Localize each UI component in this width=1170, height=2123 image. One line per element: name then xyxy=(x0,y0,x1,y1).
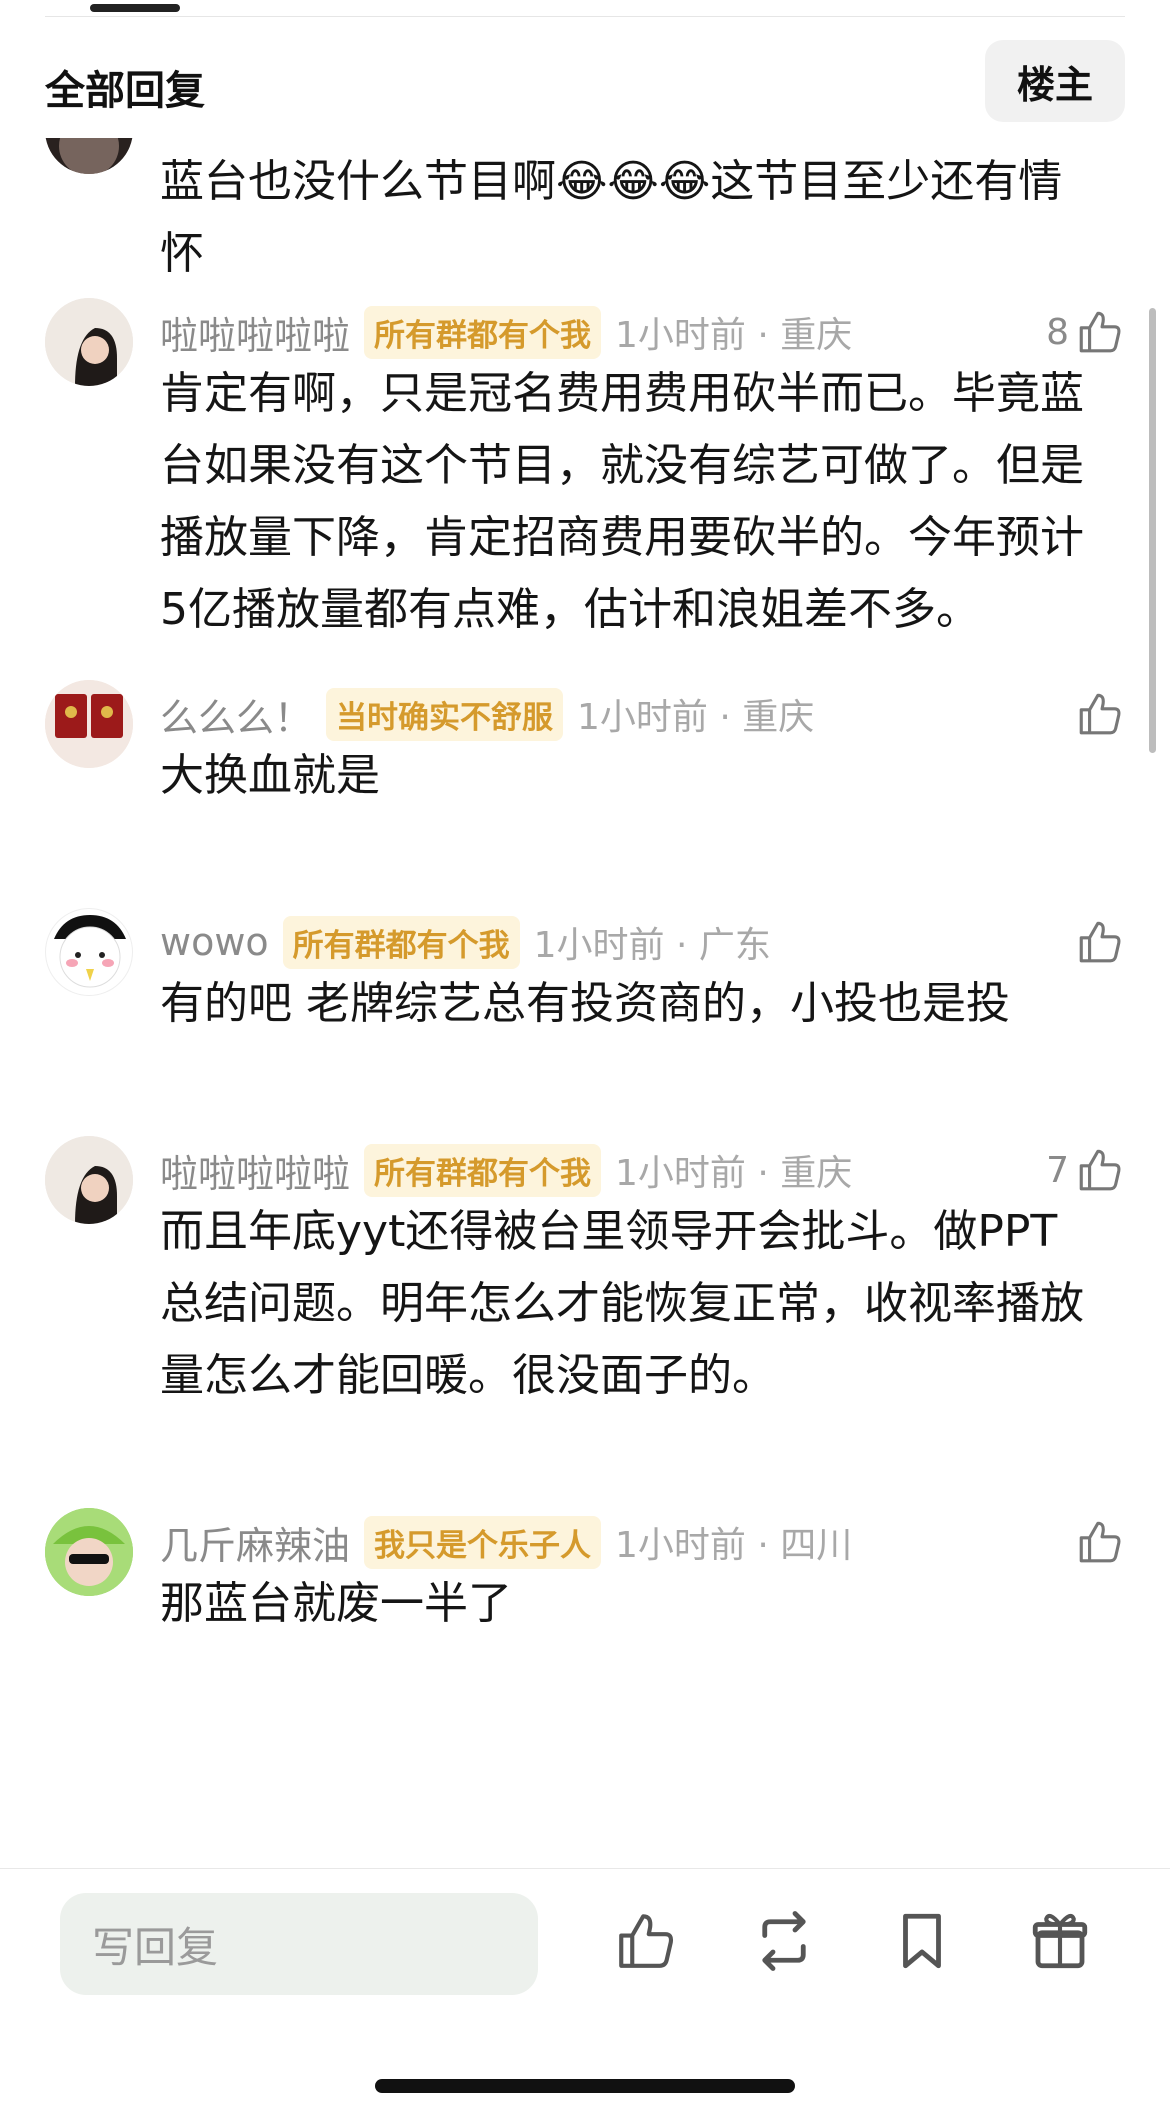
username-badge: 所有群都有个我 xyxy=(364,1143,602,1197)
like-count: 7 xyxy=(1046,1149,1069,1191)
thumbs-up-icon xyxy=(619,1914,674,1968)
username[interactable]: 啦啦啦啦啦 xyxy=(160,305,350,360)
comment-time-location: 1小时前 · 广东 xyxy=(533,925,771,966)
like-button[interactable] xyxy=(1075,1514,1125,1570)
comment-text: 而且年底yyt还得被台里领导开会批斗。做PPT总结问题。明年怎么才能恢复正常，收… xyxy=(160,1206,1084,1401)
avatar[interactable] xyxy=(45,298,133,386)
username[interactable]: wowo xyxy=(160,920,269,964)
top-drag-handle[interactable] xyxy=(90,4,180,12)
comment-item: wowo 所有群都有个我 1小时前 · 广东 有的吧 老牌综艺总有投资商的，小投… xyxy=(0,898,1170,1038)
bookmark-icon xyxy=(903,1913,941,1969)
comment-text: 那蓝台就废一半了 xyxy=(160,1578,512,1629)
gift-button[interactable] xyxy=(1024,1905,1096,1977)
comment-text: 有的吧 老牌综艺总有投资商的，小投也是投 xyxy=(160,978,1010,1029)
avatar[interactable] xyxy=(45,908,133,996)
top-divider xyxy=(45,16,1125,17)
username-badge: 所有群都有个我 xyxy=(364,305,602,359)
like-button[interactable] xyxy=(1075,914,1125,970)
home-indicator xyxy=(375,2079,795,2093)
avatar[interactable] xyxy=(45,1136,133,1224)
username[interactable]: 么么么！ xyxy=(160,687,312,742)
like-button[interactable]: 8 xyxy=(1046,304,1125,360)
gift-icon xyxy=(1032,1913,1088,1969)
repost-icon xyxy=(762,1911,806,1971)
reply-header: 全部回复 楼主 xyxy=(0,18,1170,138)
page-title: 全部回复 xyxy=(45,68,205,114)
comment-item: 啦啦啦啦啦 所有群都有个我 1小时前 · 重庆 7 而且年底yyt还得被台里领导… xyxy=(0,1126,1170,1401)
comment-item: 么么么！ 当时确实不舒服 1小时前 · 重庆 大换血就是 xyxy=(0,670,1170,810)
username-badge: 我只是个乐子人 xyxy=(364,1515,602,1569)
like-button[interactable] xyxy=(1075,686,1125,742)
bottom-action-bar: 写回复 xyxy=(0,1868,1170,2123)
like-action-button[interactable] xyxy=(610,1905,682,1977)
username[interactable]: 几斤麻辣油 xyxy=(160,1515,350,1570)
reply-input[interactable]: 写回复 xyxy=(60,1893,538,1995)
comment-meta: 么么么！ 当时确实不舒服 1小时前 · 重庆 xyxy=(160,686,814,742)
thumbs-up-icon xyxy=(1079,693,1121,735)
like-count: 8 xyxy=(1046,311,1069,353)
username-badge: 当时确实不舒服 xyxy=(326,687,564,741)
comment-item: 几斤麻辣油 我只是个乐子人 1小时前 · 四川 那蓝台就废一半了 xyxy=(0,1498,1170,1638)
scrollbar[interactable] xyxy=(1149,308,1156,753)
comment-time-location: 1小时前 · 四川 xyxy=(615,1525,853,1566)
comment-text: 蓝台也没什么节目啊😂😂😂这节目至少还有情怀 xyxy=(160,156,1063,279)
thumbs-up-icon xyxy=(1079,1521,1121,1563)
comment-text: 肯定有啊，只是冠名费用费用砍半而已。毕竟蓝台如果没有这个节目，就没有综艺可做了。… xyxy=(160,368,1084,635)
repost-button[interactable] xyxy=(748,1905,820,1977)
thumbs-up-icon xyxy=(1079,1149,1121,1191)
comment-text: 大换血就是 xyxy=(160,750,380,801)
op-only-toggle[interactable]: 楼主 xyxy=(985,40,1125,122)
comment-time-location: 1小时前 · 重庆 xyxy=(615,1153,853,1194)
like-button[interactable]: 7 xyxy=(1046,1142,1125,1198)
comment-time-location: 1小时前 · 重庆 xyxy=(615,315,853,356)
avatar[interactable] xyxy=(45,1508,133,1596)
comment-meta: 啦啦啦啦啦 所有群都有个我 1小时前 · 重庆 xyxy=(160,1142,852,1198)
comment-meta: 几斤麻辣油 我只是个乐子人 1小时前 · 四川 xyxy=(160,1514,852,1570)
favorite-button[interactable] xyxy=(886,1905,958,1977)
comment-feed[interactable]: 蓝台也没什么节目啊😂😂😂这节目至少还有情怀 啦啦啦啦啦 所有群都有个我 1小时前… xyxy=(0,138,1170,1868)
thumbs-up-icon xyxy=(1079,311,1121,353)
username[interactable]: 啦啦啦啦啦 xyxy=(160,1143,350,1198)
comment-time-location: 1小时前 · 重庆 xyxy=(577,697,815,738)
avatar[interactable] xyxy=(45,680,133,768)
thumbs-up-icon xyxy=(1079,921,1121,963)
comment-meta: wowo 所有群都有个我 1小时前 · 广东 xyxy=(160,914,771,970)
avatar[interactable] xyxy=(45,138,133,174)
username-badge: 所有群都有个我 xyxy=(282,915,520,969)
comment-item: 啦啦啦啦啦 所有群都有个我 1小时前 · 重庆 8 肯定有啊，只是冠名费用费用砍… xyxy=(0,288,1170,635)
comment-meta: 啦啦啦啦啦 所有群都有个我 1小时前 · 重庆 xyxy=(160,304,852,360)
